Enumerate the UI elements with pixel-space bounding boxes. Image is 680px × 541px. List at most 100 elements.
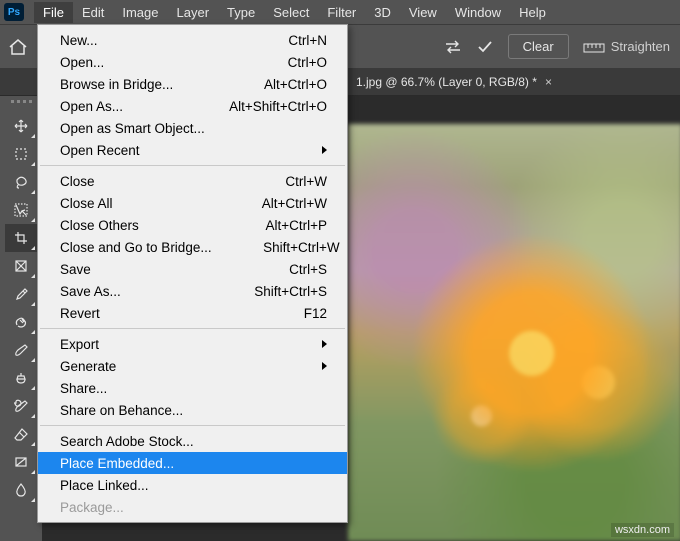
marquee-tool[interactable] bbox=[5, 140, 37, 168]
menu-item-label: Close bbox=[60, 174, 199, 189]
menu-select[interactable]: Select bbox=[264, 2, 318, 23]
history-brush-tool[interactable] bbox=[5, 392, 37, 420]
canvas-image bbox=[348, 124, 680, 541]
menu-item-label: Save As... bbox=[60, 284, 199, 299]
menu-item-label: Save bbox=[60, 262, 199, 277]
menu-item-shortcut: Shift+Ctrl+W bbox=[230, 240, 340, 255]
menu-item-label: Share... bbox=[60, 381, 327, 396]
menu-item-shortcut: Shift+Ctrl+S bbox=[217, 284, 327, 299]
menu-item-new[interactable]: New... Ctrl+N bbox=[38, 29, 347, 51]
healing-brush-tool[interactable] bbox=[5, 308, 37, 336]
menu-item-label: Place Linked... bbox=[60, 478, 327, 493]
menu-item-label: Generate bbox=[60, 359, 312, 374]
lasso-tool[interactable] bbox=[5, 168, 37, 196]
menu-item-open-recent[interactable]: Open Recent bbox=[38, 139, 347, 161]
menu-item-open-as-smart-object[interactable]: Open as Smart Object... bbox=[38, 117, 347, 139]
menu-item-label: Close All bbox=[60, 196, 199, 211]
menu-help[interactable]: Help bbox=[510, 2, 555, 23]
watermark: wsxdn.com bbox=[611, 523, 674, 537]
menu-item-label: Browse in Bridge... bbox=[60, 77, 199, 92]
menu-filter[interactable]: Filter bbox=[318, 2, 365, 23]
menu-item-label: Export bbox=[60, 337, 312, 352]
menu-item-label: Search Adobe Stock... bbox=[60, 434, 327, 449]
menu-item-label: Place Embedded... bbox=[60, 456, 327, 471]
straighten-label: Straighten bbox=[611, 39, 670, 54]
menu-item-label: Open as Smart Object... bbox=[60, 121, 327, 136]
straighten-icon[interactable] bbox=[583, 40, 605, 54]
swap-icon[interactable] bbox=[444, 39, 462, 55]
menu-separator bbox=[40, 165, 345, 166]
close-icon[interactable]: × bbox=[545, 75, 552, 89]
move-tool[interactable] bbox=[5, 112, 37, 140]
menu-item-shortcut: Ctrl+O bbox=[217, 55, 327, 70]
menu-view[interactable]: View bbox=[400, 2, 446, 23]
crop-tool[interactable] bbox=[5, 224, 37, 252]
menu-item-save[interactable]: Save Ctrl+S bbox=[38, 258, 347, 280]
menu-item-close-others[interactable]: Close Others Alt+Ctrl+P bbox=[38, 214, 347, 236]
menu-3d[interactable]: 3D bbox=[365, 2, 400, 23]
menu-item-search-adobe-stock[interactable]: Search Adobe Stock... bbox=[38, 430, 347, 452]
menu-item-close-and-go-to-bridge[interactable]: Close and Go to Bridge... Shift+Ctrl+W bbox=[38, 236, 347, 258]
menu-item-place-linked[interactable]: Place Linked... bbox=[38, 474, 347, 496]
menu-item-label: Revert bbox=[60, 306, 199, 321]
quick-select-tool[interactable] bbox=[5, 196, 37, 224]
eyedropper-tool[interactable] bbox=[5, 280, 37, 308]
submenu-arrow-icon bbox=[322, 362, 327, 370]
clear-button[interactable]: Clear bbox=[508, 34, 569, 59]
document-tab-title: 1.jpg @ 66.7% (Layer 0, RGB/8) * bbox=[356, 75, 537, 89]
menu-item-close[interactable]: Close Ctrl+W bbox=[38, 170, 347, 192]
menu-layer[interactable]: Layer bbox=[168, 2, 219, 23]
app-menubar: Ps FileEditImageLayerTypeSelectFilter3DV… bbox=[0, 0, 680, 24]
tool-palette bbox=[0, 96, 42, 504]
menu-item-browse-in-bridge[interactable]: Browse in Bridge... Alt+Ctrl+O bbox=[38, 73, 347, 95]
menu-type[interactable]: Type bbox=[218, 2, 264, 23]
brush-tool[interactable] bbox=[5, 336, 37, 364]
submenu-arrow-icon bbox=[322, 340, 327, 348]
palette-handle-icon[interactable] bbox=[9, 100, 33, 106]
eraser-tool[interactable] bbox=[5, 420, 37, 448]
blur-tool[interactable] bbox=[5, 476, 37, 504]
menu-item-package: Package... bbox=[38, 496, 347, 518]
menu-item-label: Open... bbox=[60, 55, 199, 70]
menu-window[interactable]: Window bbox=[446, 2, 510, 23]
menu-item-label: Share on Behance... bbox=[60, 403, 327, 418]
submenu-arrow-icon bbox=[322, 146, 327, 154]
menu-item-revert[interactable]: Revert F12 bbox=[38, 302, 347, 324]
menu-item-shortcut: Alt+Ctrl+W bbox=[217, 196, 327, 211]
menu-separator bbox=[40, 328, 345, 329]
menu-item-label: Package... bbox=[60, 500, 327, 515]
menu-item-label: Open Recent bbox=[60, 143, 312, 158]
menu-item-shortcut: Alt+Ctrl+P bbox=[217, 218, 327, 233]
clone-stamp-tool[interactable] bbox=[5, 364, 37, 392]
menu-item-label: Open As... bbox=[60, 99, 199, 114]
menu-item-generate[interactable]: Generate bbox=[38, 355, 347, 377]
menu-item-label: Close Others bbox=[60, 218, 199, 233]
menu-item-share-on-behance[interactable]: Share on Behance... bbox=[38, 399, 347, 421]
menu-item-label: New... bbox=[60, 33, 199, 48]
menu-item-shortcut: F12 bbox=[217, 306, 327, 321]
menu-separator bbox=[40, 425, 345, 426]
check-icon[interactable] bbox=[476, 39, 494, 55]
menu-item-shortcut: Alt+Shift+Ctrl+O bbox=[217, 99, 327, 114]
menu-item-label: Close and Go to Bridge... bbox=[60, 240, 212, 255]
menu-item-export[interactable]: Export bbox=[38, 333, 347, 355]
gradient-tool[interactable] bbox=[5, 448, 37, 476]
menu-image[interactable]: Image bbox=[113, 2, 167, 23]
document-tab[interactable]: 1.jpg @ 66.7% (Layer 0, RGB/8) * × bbox=[348, 70, 560, 94]
menu-file[interactable]: File bbox=[34, 2, 73, 23]
menu-edit[interactable]: Edit bbox=[73, 2, 113, 23]
menu-item-place-embedded[interactable]: Place Embedded... bbox=[38, 452, 347, 474]
menu-item-save-as[interactable]: Save As... Shift+Ctrl+S bbox=[38, 280, 347, 302]
file-menu-dropdown: New... Ctrl+N Open... Ctrl+O Browse in Bridg… bbox=[37, 24, 348, 523]
frame-tool[interactable] bbox=[5, 252, 37, 280]
menu-item-shortcut: Alt+Ctrl+O bbox=[217, 77, 327, 92]
menu-item-share[interactable]: Share... bbox=[38, 377, 347, 399]
menu-item-close-all[interactable]: Close All Alt+Ctrl+W bbox=[38, 192, 347, 214]
menu-item-shortcut: Ctrl+S bbox=[217, 262, 327, 277]
menu-item-open[interactable]: Open... Ctrl+O bbox=[38, 51, 347, 73]
menu-item-open-as[interactable]: Open As... Alt+Shift+Ctrl+O bbox=[38, 95, 347, 117]
menu-item-shortcut: Ctrl+W bbox=[217, 174, 327, 189]
home-icon[interactable] bbox=[8, 38, 28, 56]
app-logo: Ps bbox=[4, 3, 24, 21]
menu-item-shortcut: Ctrl+N bbox=[217, 33, 327, 48]
